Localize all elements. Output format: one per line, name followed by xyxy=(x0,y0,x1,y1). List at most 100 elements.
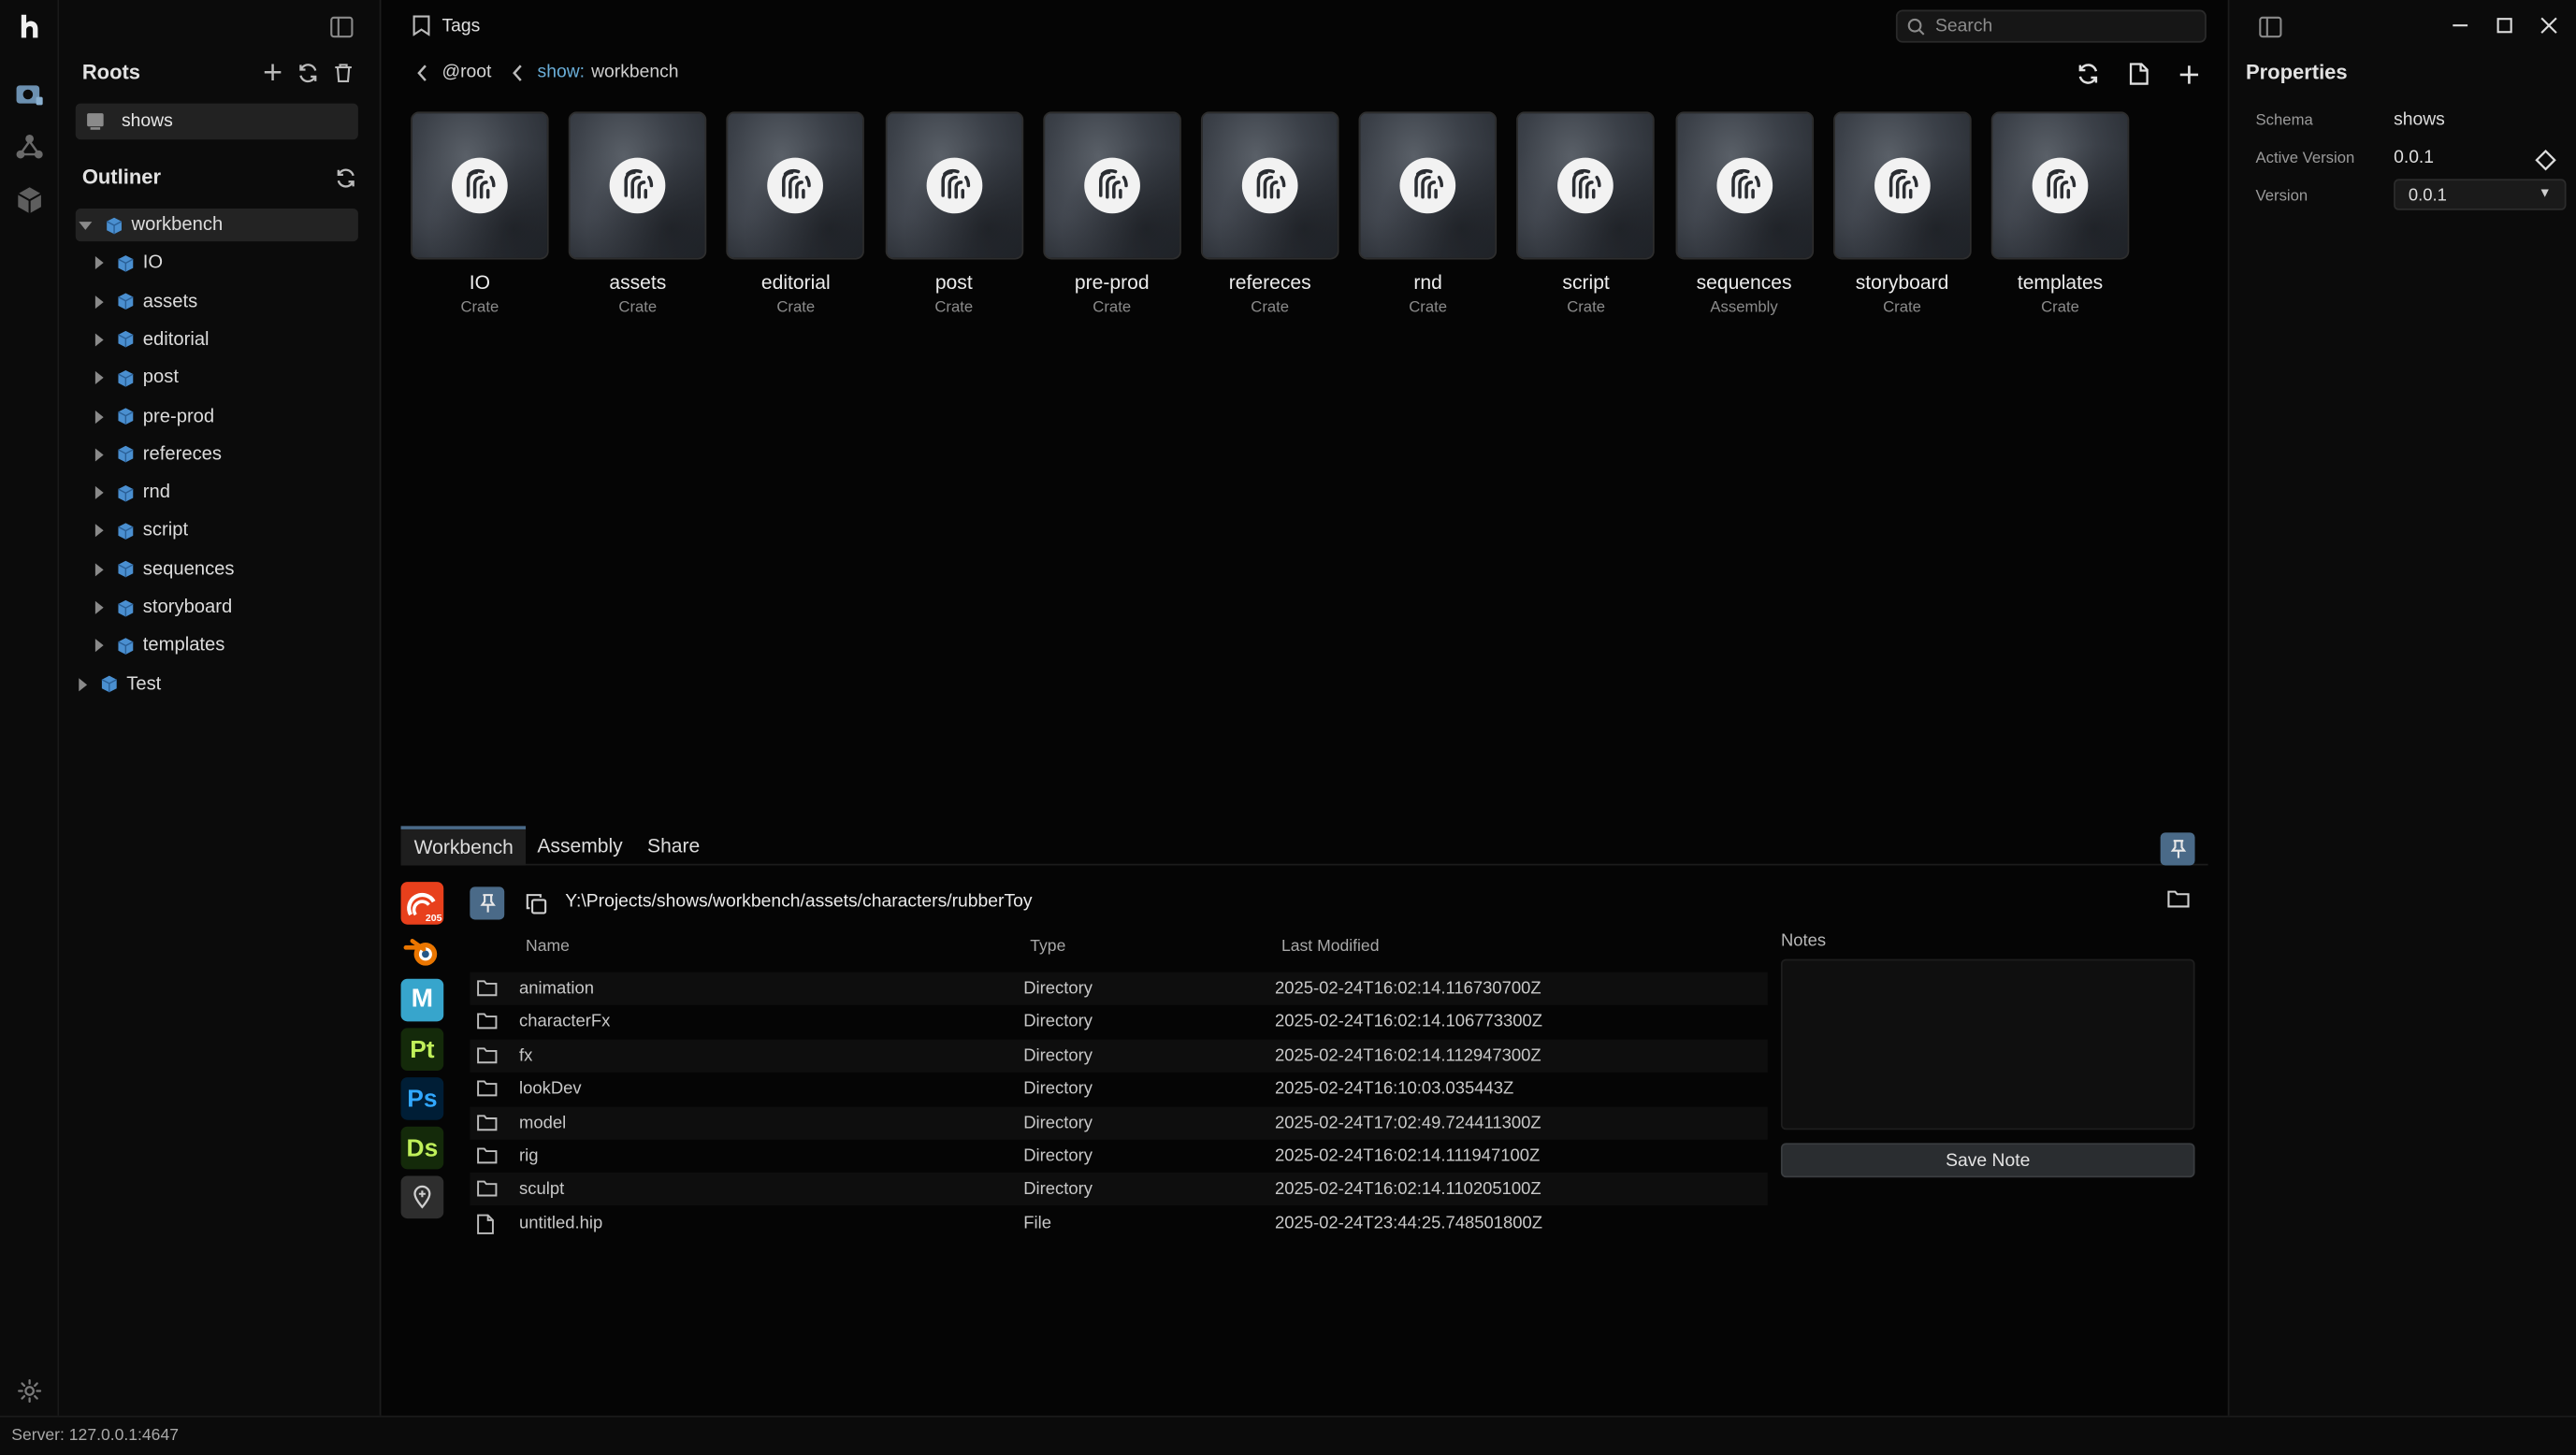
table-row[interactable]: untitled.hip File 2025-02-24T23:44:25.7485… xyxy=(470,1206,1768,1239)
outliner-item[interactable]: Test xyxy=(76,668,358,700)
refresh-icon[interactable] xyxy=(2075,61,2101,87)
table-row[interactable]: fx Directory 2025-02-24T16:02:14.112947300… xyxy=(470,1039,1768,1073)
chevron-right-icon[interactable] xyxy=(79,677,88,691)
outliner-item[interactable]: post xyxy=(92,362,355,395)
save-note-button[interactable]: Save Note xyxy=(1780,1143,2195,1178)
add-icon[interactable] xyxy=(2175,61,2201,87)
chevron-right-icon[interactable] xyxy=(94,410,104,424)
outliner-item[interactable]: rnd xyxy=(92,476,355,509)
substance-designer-icon[interactable]: Ds xyxy=(400,1126,444,1170)
add-root-icon[interactable] xyxy=(260,59,286,85)
outliner-item[interactable]: assets xyxy=(92,285,355,318)
browser-icon[interactable] xyxy=(10,76,50,115)
outliner-item[interactable]: script xyxy=(92,514,355,547)
entity-name: refereces xyxy=(1228,270,1311,295)
chevron-right-icon[interactable] xyxy=(94,333,104,347)
delete-root-icon[interactable] xyxy=(330,59,356,85)
schema-value: shows xyxy=(2394,109,2445,130)
entity-logo-icon xyxy=(609,157,666,214)
graph-icon[interactable] xyxy=(10,128,50,167)
chevron-right-icon[interactable] xyxy=(94,256,104,270)
entity-name: editorial xyxy=(760,270,831,295)
chevron-right-icon[interactable] xyxy=(94,371,104,385)
entity-tile[interactable]: sequences Assembly xyxy=(1674,111,1816,324)
chevron-left-icon[interactable] xyxy=(511,64,524,81)
entity-tile[interactable]: pre-prod Crate xyxy=(1042,111,1184,324)
file-type: Directory xyxy=(1023,1112,1093,1133)
maximize-icon[interactable] xyxy=(2491,11,2517,37)
entity-tile[interactable]: storyboard Crate xyxy=(1832,111,1975,324)
table-row[interactable]: rig Directory 2025-02-24T16:02:14.11194710… xyxy=(470,1140,1768,1173)
column-name[interactable]: Name xyxy=(526,938,570,956)
photoshop-icon[interactable]: Ps xyxy=(400,1077,444,1120)
outliner-item[interactable]: editorial xyxy=(92,324,355,356)
entity-tile[interactable]: post Crate xyxy=(884,111,1026,324)
bookmark-icon xyxy=(412,15,430,36)
substance-painter-icon[interactable]: Pt xyxy=(400,1028,444,1072)
new-file-icon[interactable] xyxy=(2126,61,2152,87)
chevron-down-icon[interactable] xyxy=(79,221,93,229)
chevron-left-icon[interactable] xyxy=(415,64,428,81)
outliner-item[interactable]: templates xyxy=(92,629,355,662)
package-icon[interactable] xyxy=(10,180,50,220)
blender-icon[interactable] xyxy=(401,931,444,974)
file-type: Directory xyxy=(1023,978,1093,999)
open-folder-icon[interactable] xyxy=(2165,886,2192,912)
breadcrumb-root[interactable]: @root xyxy=(441,63,491,82)
tags-button[interactable]: Tags xyxy=(412,15,480,36)
pin-path-button[interactable] xyxy=(470,886,505,920)
chevron-right-icon[interactable] xyxy=(94,600,104,614)
chevron-right-icon[interactable] xyxy=(94,562,104,576)
table-row[interactable]: model Directory 2025-02-24T17:02:49.724411… xyxy=(470,1105,1768,1140)
tab-workbench[interactable]: Workbench xyxy=(400,826,527,866)
outliner-item[interactable]: storyboard xyxy=(92,591,355,624)
chevron-right-icon[interactable] xyxy=(94,295,104,309)
entity-tile[interactable]: rnd Crate xyxy=(1358,111,1500,324)
version-select[interactable]: 0.0.1 ▼ xyxy=(2394,179,2567,210)
outliner-item[interactable]: pre-prod xyxy=(92,400,355,433)
table-row[interactable]: lookDev Directory 2025-02-24T16:10:03.0354… xyxy=(470,1073,1768,1105)
chevron-right-icon[interactable] xyxy=(94,524,104,538)
entity-tile[interactable]: refereces Crate xyxy=(1200,111,1342,324)
table-row[interactable]: characterFx Directory 2025-02-24T16:02:14.… xyxy=(470,1005,1768,1038)
root-item-shows[interactable]: shows xyxy=(75,103,358,140)
entity-tile[interactable]: assets Crate xyxy=(569,111,710,324)
chevron-right-icon[interactable] xyxy=(94,448,104,462)
outliner-item[interactable]: sequences xyxy=(92,553,355,585)
toggle-sidebar-icon[interactable] xyxy=(328,13,355,39)
column-type[interactable]: Type xyxy=(1030,938,1065,956)
tab-share[interactable]: Share xyxy=(634,826,713,865)
breadcrumb-key[interactable]: show: xyxy=(538,63,585,82)
houdini-icon[interactable]: 205 xyxy=(400,882,444,925)
settings-gear-icon[interactable] xyxy=(10,1371,50,1410)
entity-tile[interactable]: script Crate xyxy=(1516,111,1658,324)
maya-icon[interactable]: M xyxy=(400,978,444,1022)
toggle-properties-icon[interactable] xyxy=(2257,13,2283,39)
pin-panel-button[interactable] xyxy=(2160,832,2195,866)
copy-path-icon[interactable] xyxy=(523,890,549,916)
tab-assembly[interactable]: Assembly xyxy=(524,826,635,865)
search-input[interactable] xyxy=(1935,16,2182,36)
outliner-item[interactable]: IO xyxy=(92,247,355,280)
search-box[interactable] xyxy=(1895,9,2207,43)
outliner-item[interactable]: workbench xyxy=(75,209,358,242)
breadcrumb-value[interactable]: workbench xyxy=(591,63,678,82)
entity-logo-icon xyxy=(452,157,508,214)
add-app-icon[interactable] xyxy=(400,1175,444,1219)
table-row[interactable]: animation Directory 2025-02-24T16:02:14.11… xyxy=(470,972,1768,1005)
refresh-roots-icon[interactable] xyxy=(294,59,320,85)
chevron-right-icon[interactable] xyxy=(94,485,104,500)
minimize-icon[interactable] xyxy=(2446,11,2472,37)
entity-tile[interactable]: IO Crate xyxy=(411,111,552,324)
close-icon[interactable] xyxy=(2535,11,2561,37)
table-row[interactable]: sculpt Directory 2025-02-24T16:02:14.11020… xyxy=(470,1173,1768,1206)
tag-icon[interactable] xyxy=(2532,146,2558,172)
notes-textarea[interactable] xyxy=(1780,958,2195,1131)
refresh-outliner-icon[interactable] xyxy=(332,165,358,191)
chevron-right-icon[interactable] xyxy=(94,639,104,653)
outliner-item[interactable]: refereces xyxy=(92,439,355,471)
column-last-modified[interactable]: Last Modified xyxy=(1281,938,1379,956)
entity-tile[interactable]: editorial Crate xyxy=(727,111,868,324)
app-logo-icon[interactable] xyxy=(10,7,50,46)
entity-tile[interactable]: templates Crate xyxy=(1990,111,2133,324)
